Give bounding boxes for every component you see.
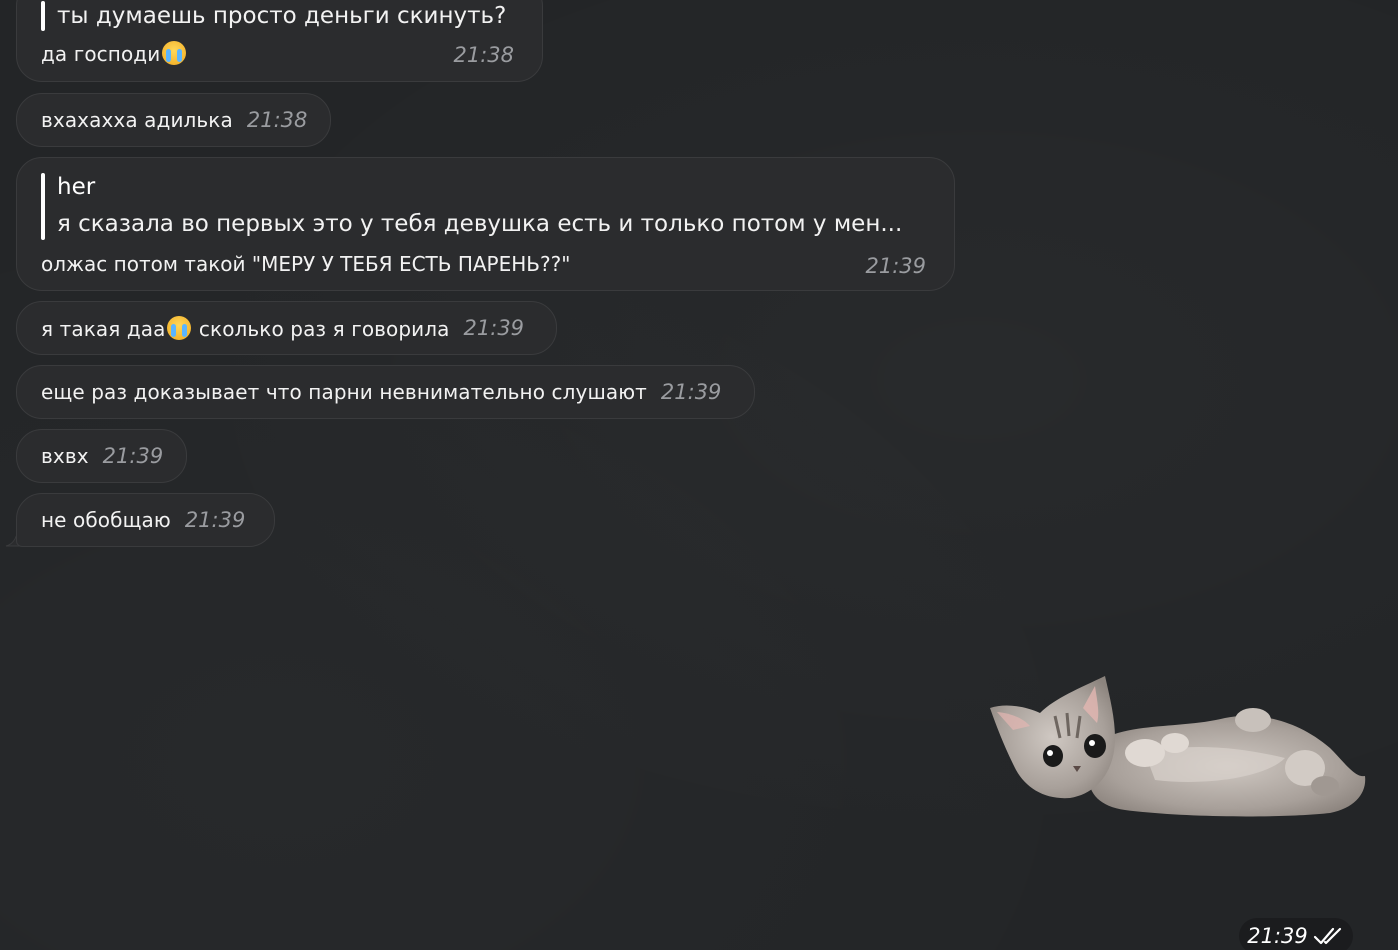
- chat-area: ты думаешь просто деньги скинуть? да гос…: [0, 0, 1398, 950]
- double-check-icon: [1313, 927, 1341, 945]
- message-time: 21:39: [660, 380, 722, 404]
- message-text: олжас потом такой "МЕРУ У ТЕБЯ ЕСТЬ ПАРЕ…: [41, 252, 571, 276]
- reply-quote-text[interactable]: я сказала во первых это у тебя девушка е…: [57, 211, 902, 237]
- message-bubble[interactable]: вхахахха адилька 21:38: [16, 93, 331, 147]
- reply-quote-bar: [41, 173, 45, 240]
- message-time: 21:39: [102, 444, 164, 468]
- reply-quote-text[interactable]: ты думаешь просто деньги скинуть?: [57, 3, 506, 29]
- message-time: 21:38: [246, 108, 308, 132]
- message-bubble[interactable]: вхвх 21:39: [16, 429, 187, 483]
- sticker-time: 21:39: [1247, 924, 1308, 948]
- message-text: еще раз доказывает что парни невниматель…: [41, 380, 647, 404]
- message-bubble[interactable]: не обобщаю 21:39: [16, 493, 275, 547]
- message-bubble[interactable]: ты думаешь просто деньги скинуть? да гос…: [16, 0, 543, 82]
- message-bubble[interactable]: я такая даа сколько раз я говорила 21:39: [16, 301, 557, 355]
- message-body: да господи: [41, 41, 187, 66]
- message-time: 21:39: [463, 316, 525, 340]
- sticker-time-badge: 21:39: [1239, 918, 1353, 950]
- reply-quote-bar: [41, 1, 45, 31]
- message-time: 21:39: [865, 254, 926, 278]
- message-text: да господи: [41, 42, 161, 66]
- crying-face-icon: [162, 41, 187, 65]
- message-bubble[interactable]: her я сказала во первых это у тебя девуш…: [16, 157, 955, 291]
- message-bubble[interactable]: еще раз доказывает что парни невниматель…: [16, 365, 755, 419]
- message-text: я такая даа сколько раз я говорила: [41, 315, 450, 341]
- reply-quote-author[interactable]: her: [57, 174, 95, 200]
- message-text: вхахахха адилька: [41, 108, 233, 132]
- message-text: вхвх: [41, 444, 89, 468]
- crying-face-icon: [167, 315, 192, 340]
- kitten-sticker[interactable]: [985, 668, 1375, 823]
- message-time: 21:39: [184, 508, 246, 532]
- message-time: 21:38: [453, 43, 514, 67]
- message-text-part: сколько раз я говорила: [192, 316, 450, 341]
- message-text-part: я такая даа: [41, 316, 166, 341]
- message-text: не обобщаю: [41, 508, 171, 532]
